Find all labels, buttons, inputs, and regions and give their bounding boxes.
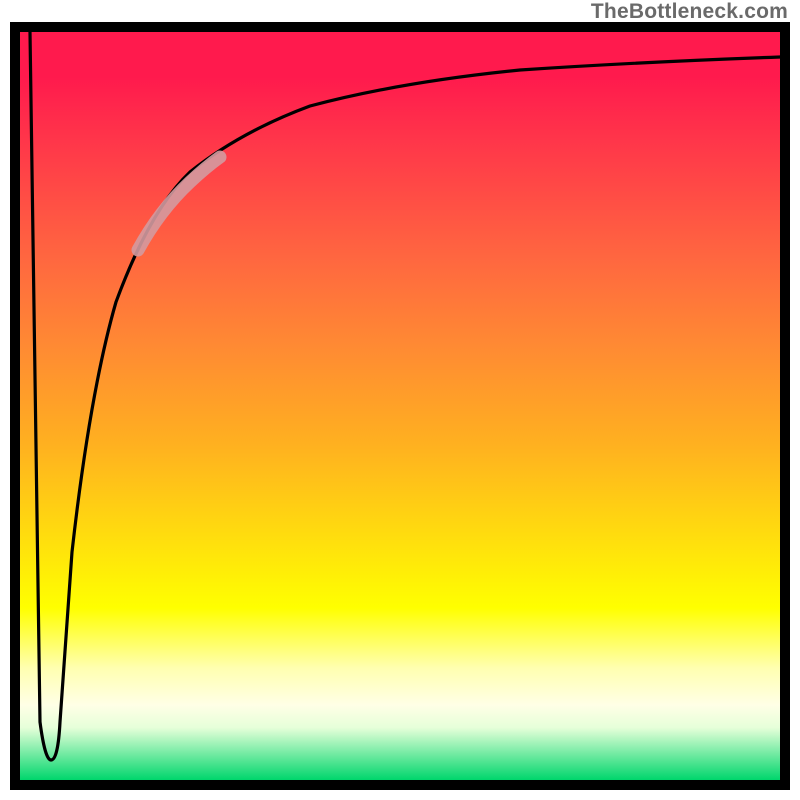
chart-root: TheBottleneck.com [0,0,800,800]
attribution-label: TheBottleneck.com [591,0,788,24]
curve-layer [20,32,780,780]
highlight-overlay-icon [138,157,220,250]
bottleneck-curve [30,32,780,760]
plot-frame [10,22,790,790]
